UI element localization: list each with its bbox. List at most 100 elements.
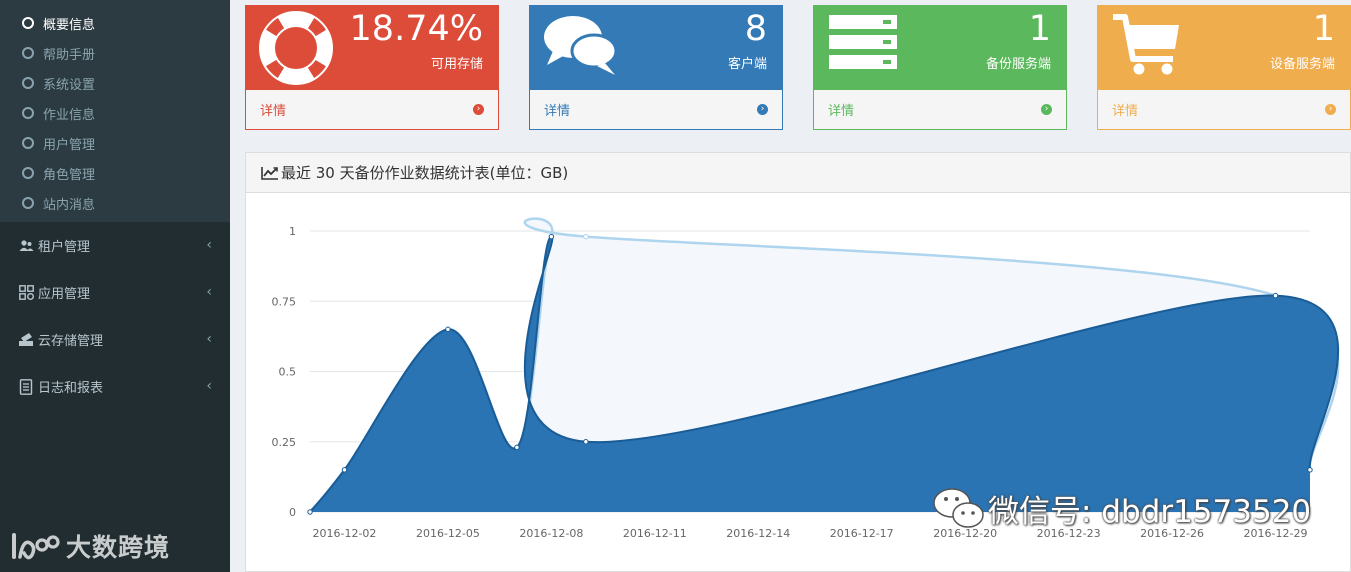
arrow-circle-right-icon: › <box>1041 104 1052 115</box>
server-icon <box>827 11 899 77</box>
details-label: 详情 <box>828 104 855 119</box>
subitem-label: 帮助手册 <box>43 47 96 63</box>
panel-header: 最近 30 天备份作业数据统计表(单位：GB) <box>246 153 1350 193</box>
data-point <box>1272 292 1279 299</box>
x-tick-label: 2016-12-17 <box>830 527 894 540</box>
circle-icon <box>22 47 34 59</box>
comments-icon <box>543 11 619 81</box>
users-icon <box>18 238 34 254</box>
data-point <box>548 233 555 240</box>
stat-label: 客户端 <box>727 57 767 72</box>
subitem-label: 角色管理 <box>43 167 96 183</box>
y-tick-label: 0.5 <box>279 366 297 379</box>
circle-icon <box>22 107 34 119</box>
subitem-roles[interactable]: 角色管理 <box>0 158 230 188</box>
stat-value: 1 <box>1312 9 1335 49</box>
stat-box-device-server: 1 设备服务端 详情 › <box>1097 5 1351 131</box>
apps-icon <box>18 285 34 301</box>
circle-icon <box>22 137 34 149</box>
circle-icon <box>22 167 34 179</box>
y-tick-label: 0 <box>289 506 296 519</box>
stat-box-backup-server: 1 备份服务端 详情 › <box>813 5 1067 131</box>
menu-tenant[interactable]: 租户管理 ‹ <box>0 222 230 269</box>
menu-label: 租户管理 <box>38 240 91 255</box>
stat-box-header: 1 备份服务端 <box>813 5 1067 90</box>
menu-cloud-storage[interactable]: 云存储管理 ‹ <box>0 316 230 363</box>
stat-box-header: 8 客户端 <box>529 5 783 90</box>
subitem-messages[interactable]: 站内消息 <box>0 188 230 218</box>
data-point <box>341 467 348 473</box>
details-label: 详情 <box>260 104 287 119</box>
data-point <box>583 439 589 445</box>
details-link[interactable]: 详情 › <box>529 90 783 130</box>
subitem-jobs[interactable]: 作业信息 <box>0 98 230 128</box>
submenu: 概要信息 帮助手册 系统设置 作业信息 用户管理 角色管理 站内消息 <box>0 0 230 222</box>
circle-icon <box>22 77 34 89</box>
stat-value: 1 <box>1028 9 1051 49</box>
details-link[interactable]: 详情 › <box>813 90 1067 130</box>
x-tick-label: 2016-12-08 <box>519 527 583 540</box>
menu-label: 云存储管理 <box>38 334 104 349</box>
arrow-circle-right-icon: › <box>757 104 768 115</box>
chevron-left-icon: ‹ <box>206 377 212 394</box>
sidebar: 概要信息 帮助手册 系统设置 作业信息 用户管理 角色管理 站内消息 租户管理 … <box>0 0 230 572</box>
y-tick-label: 0.75 <box>272 295 297 308</box>
subitem-label: 用户管理 <box>43 137 96 153</box>
panel-title: 最近 30 天备份作业数据统计表(单位：GB) <box>281 164 569 182</box>
chevron-left-icon: ‹ <box>206 236 212 253</box>
subitem-label: 站内消息 <box>43 197 96 213</box>
report-icon <box>18 378 34 395</box>
subitem-label: 系统设置 <box>43 77 96 93</box>
x-tick-label: 2016-12-02 <box>313 527 377 540</box>
stat-value: 18.74% <box>349 9 483 49</box>
chevron-left-icon: ‹ <box>206 283 212 300</box>
stat-label: 设备服务端 <box>1269 57 1335 72</box>
subitem-help[interactable]: 帮助手册 <box>0 38 230 68</box>
stat-value: 8 <box>744 9 767 49</box>
subitem-label: 概要信息 <box>43 17 96 33</box>
stat-box-storage: 18.74% 可用存储 详情 › <box>245 5 499 131</box>
watermark: 微信号: dbdr1573520 <box>930 485 1311 531</box>
brand-logo: 大数跨境 <box>10 528 170 564</box>
menu-label: 日志和报表 <box>38 381 104 396</box>
wechat-icon <box>933 488 984 528</box>
stat-label: 可用存储 <box>430 57 483 72</box>
data-point <box>445 326 451 333</box>
logo-mark-icon <box>12 533 60 560</box>
data-point <box>514 444 520 451</box>
stat-box-header: 1 设备服务端 <box>1097 5 1351 90</box>
data-point <box>307 509 313 515</box>
circle-icon <box>22 197 34 209</box>
y-tick-label: 0.25 <box>272 436 297 449</box>
arrow-circle-right-icon: › <box>473 104 484 115</box>
data-point <box>1307 467 1313 473</box>
chevron-left-icon: ‹ <box>206 330 212 347</box>
life-ring-icon <box>259 11 333 89</box>
data-point <box>583 233 589 240</box>
arrow-circle-right-icon: › <box>1325 104 1336 115</box>
logo-text: 大数跨境 <box>66 533 171 562</box>
menu-logs-reports[interactable]: 日志和报表 ‹ <box>0 363 230 410</box>
menu-apps[interactable]: 应用管理 ‹ <box>0 269 230 316</box>
y-tick-label: 1 <box>289 225 296 238</box>
subitem-users[interactable]: 用户管理 <box>0 128 230 158</box>
details-link[interactable]: 详情 › <box>245 90 499 130</box>
stat-label: 备份服务端 <box>985 57 1051 72</box>
stat-box-header: 18.74% 可用存储 <box>245 5 499 90</box>
cloud-storage-icon <box>18 332 34 348</box>
line-chart-icon <box>261 166 279 180</box>
stat-box-clients: 8 客户端 详情 › <box>529 5 783 131</box>
menu-label: 应用管理 <box>38 287 91 302</box>
circle-icon <box>22 17 34 29</box>
x-tick-label: 2016-12-05 <box>416 527 480 540</box>
details-label: 详情 <box>544 104 571 119</box>
cart-icon <box>1111 11 1183 81</box>
details-label: 详情 <box>1112 104 1139 119</box>
x-tick-label: 2016-12-14 <box>726 527 790 540</box>
subitem-overview[interactable]: 概要信息 <box>0 8 230 38</box>
details-link[interactable]: 详情 › <box>1097 90 1351 130</box>
x-tick-label: 2016-12-11 <box>623 527 687 540</box>
subitem-settings[interactable]: 系统设置 <box>0 68 230 98</box>
subitem-label: 作业信息 <box>43 107 96 123</box>
watermark-text: 微信号: dbdr1573520 <box>988 493 1312 530</box>
